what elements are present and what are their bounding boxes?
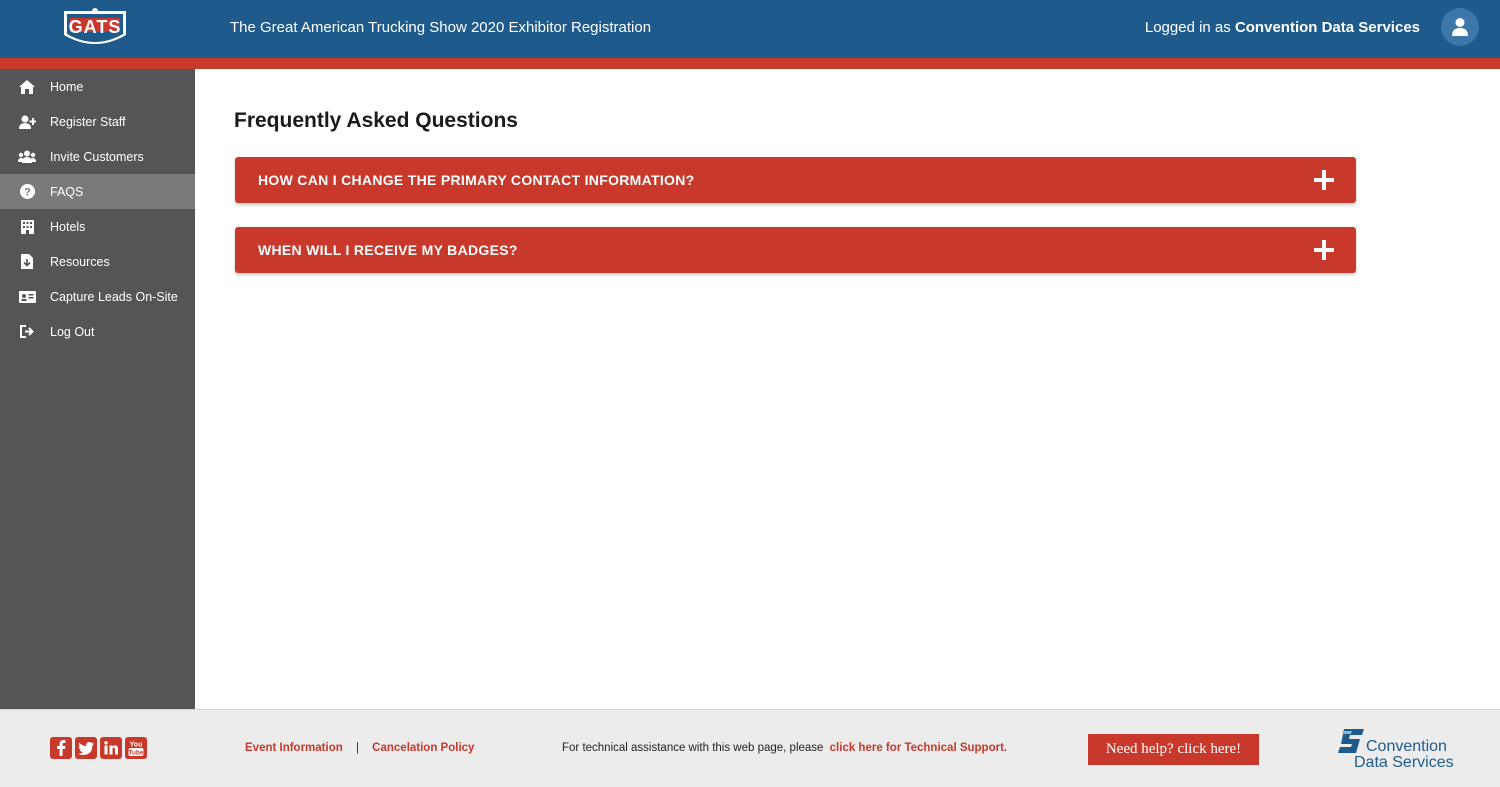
svg-text:Tube: Tube xyxy=(128,750,143,757)
plus-icon[interactable] xyxy=(1314,240,1334,260)
event-information-link[interactable]: Event Information xyxy=(245,742,343,754)
sidebar-item-log-out[interactable]: Log Out xyxy=(0,314,195,349)
sidebar-item-label: Resources xyxy=(50,254,110,269)
svg-text:You: You xyxy=(130,742,143,749)
header-stripe xyxy=(0,58,1500,69)
sidebar-item-invite-customers[interactable]: Invite Customers xyxy=(0,139,195,174)
user-plus-icon xyxy=(18,114,36,130)
building-icon xyxy=(18,219,36,235)
need-help-button[interactable]: Need help? click here! xyxy=(1088,734,1259,765)
footer: You Tube Event Information | Cancelation … xyxy=(0,709,1500,787)
users-icon xyxy=(18,149,36,165)
faq-item-badges[interactable]: WHEN WILL I RECEIVE MY BADGES? xyxy=(235,227,1356,273)
logged-in-user: Convention Data Services xyxy=(1234,19,1420,36)
sidebar-item-register-staff[interactable]: Register Staff xyxy=(0,104,195,139)
plus-icon[interactable] xyxy=(1314,170,1334,190)
sidebar-item-label: Invite Customers xyxy=(50,149,144,164)
sidebar-item-label: Home xyxy=(50,79,84,94)
convention-data-services-logo[interactable]: Convention Data Services xyxy=(1338,727,1468,771)
sidebar-item-label: Hotels xyxy=(50,219,86,234)
logged-in-prefix: Logged in as xyxy=(1144,19,1231,36)
sidebar-item-home[interactable]: Home xyxy=(0,69,195,104)
logged-in-status: Logged in as Convention Data Services xyxy=(1145,19,1420,36)
sidebar-item-faqs[interactable]: ? FAQS xyxy=(0,174,195,209)
svg-text:?: ? xyxy=(24,187,31,199)
file-download-icon xyxy=(18,254,36,270)
faq-item-primary-contact[interactable]: HOW CAN I CHANGE THE PRIMARY CONTACT INF… xyxy=(235,157,1356,203)
sidebar-item-label: Capture Leads On-Site xyxy=(50,289,178,304)
sidebar-item-capture-leads[interactable]: Capture Leads On-Site xyxy=(0,279,195,314)
user-avatar-button[interactable] xyxy=(1441,8,1479,46)
linkedin-icon[interactable] xyxy=(100,737,122,759)
sidebar-item-label: Register Staff xyxy=(50,114,126,129)
technical-support-link[interactable]: click here for Technical Support. xyxy=(830,742,1007,754)
faq-question: HOW CAN I CHANGE THE PRIMARY CONTACT INF… xyxy=(258,172,695,188)
sidebar: Home Register Staff Invite Customers ? F… xyxy=(0,69,195,709)
cds-logo-line1: Convention xyxy=(1366,738,1447,755)
sign-out-icon xyxy=(18,324,36,340)
facebook-icon[interactable] xyxy=(50,737,72,759)
youtube-icon[interactable]: You Tube xyxy=(125,737,147,759)
sidebar-item-label: Log Out xyxy=(50,324,95,339)
cancelation-policy-link[interactable]: Cancelation Policy xyxy=(372,742,474,754)
social-links: You Tube xyxy=(50,737,147,759)
user-icon xyxy=(1452,18,1468,36)
footer-separator: | xyxy=(355,742,359,754)
technical-support-text: For technical assistance with this web p… xyxy=(562,742,1007,754)
top-header: GATS The Great American Trucking Show 20… xyxy=(0,0,1500,58)
twitter-icon[interactable] xyxy=(75,737,97,759)
home-icon xyxy=(18,79,36,95)
id-card-icon xyxy=(18,289,36,305)
faq-question: WHEN WILL I RECEIVE MY BADGES? xyxy=(258,242,518,258)
tech-support-prefix: For technical assistance with this web p… xyxy=(562,742,824,754)
page-header-title: The Great American Trucking Show 2020 Ex… xyxy=(230,19,652,36)
sidebar-item-hotels[interactable]: Hotels xyxy=(0,209,195,244)
question-circle-icon: ? xyxy=(18,184,36,200)
logo-text: GATS xyxy=(68,17,122,37)
sidebar-item-resources[interactable]: Resources xyxy=(0,244,195,279)
sidebar-item-label: FAQS xyxy=(50,184,84,199)
footer-links: Event Information | Cancelation Policy xyxy=(245,742,474,754)
cds-logo-line2: Data Services xyxy=(1354,754,1454,771)
page-title: Frequently Asked Questions xyxy=(234,109,518,132)
